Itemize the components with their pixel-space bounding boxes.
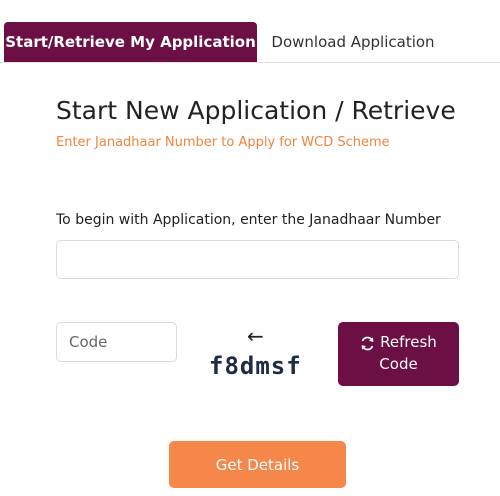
refresh-label: Refresh bbox=[380, 333, 437, 352]
janadhaar-input[interactable] bbox=[56, 240, 459, 279]
tab-bar: Start/Retrieve My Application Download A… bbox=[0, 0, 500, 63]
tab-download-application-label: Download Application bbox=[271, 33, 435, 51]
arrow-left-icon: ← bbox=[247, 324, 264, 348]
janadhaar-label: To begin with Application, enter the Jan… bbox=[56, 212, 441, 228]
captcha-image: f8dmsf bbox=[209, 352, 302, 380]
tab-download-application[interactable]: Download Application bbox=[258, 22, 448, 62]
get-details-button[interactable]: Get Details bbox=[169, 441, 346, 488]
refresh-icon bbox=[361, 336, 374, 350]
page-subtitle: Enter Janadhaar Number to Apply for WCD … bbox=[56, 135, 390, 150]
refresh-code-line: Refresh bbox=[360, 332, 437, 354]
refresh-label-code: Code bbox=[379, 355, 418, 373]
tab-start-retrieve[interactable]: Start/Retrieve My Application bbox=[4, 22, 257, 62]
captcha-code-input[interactable] bbox=[56, 322, 177, 362]
refresh-code-button[interactable]: Refresh Code bbox=[338, 322, 459, 386]
tab-start-retrieve-label: Start/Retrieve My Application bbox=[5, 33, 256, 51]
page-title: Start New Application / Retrieve bbox=[56, 96, 456, 125]
